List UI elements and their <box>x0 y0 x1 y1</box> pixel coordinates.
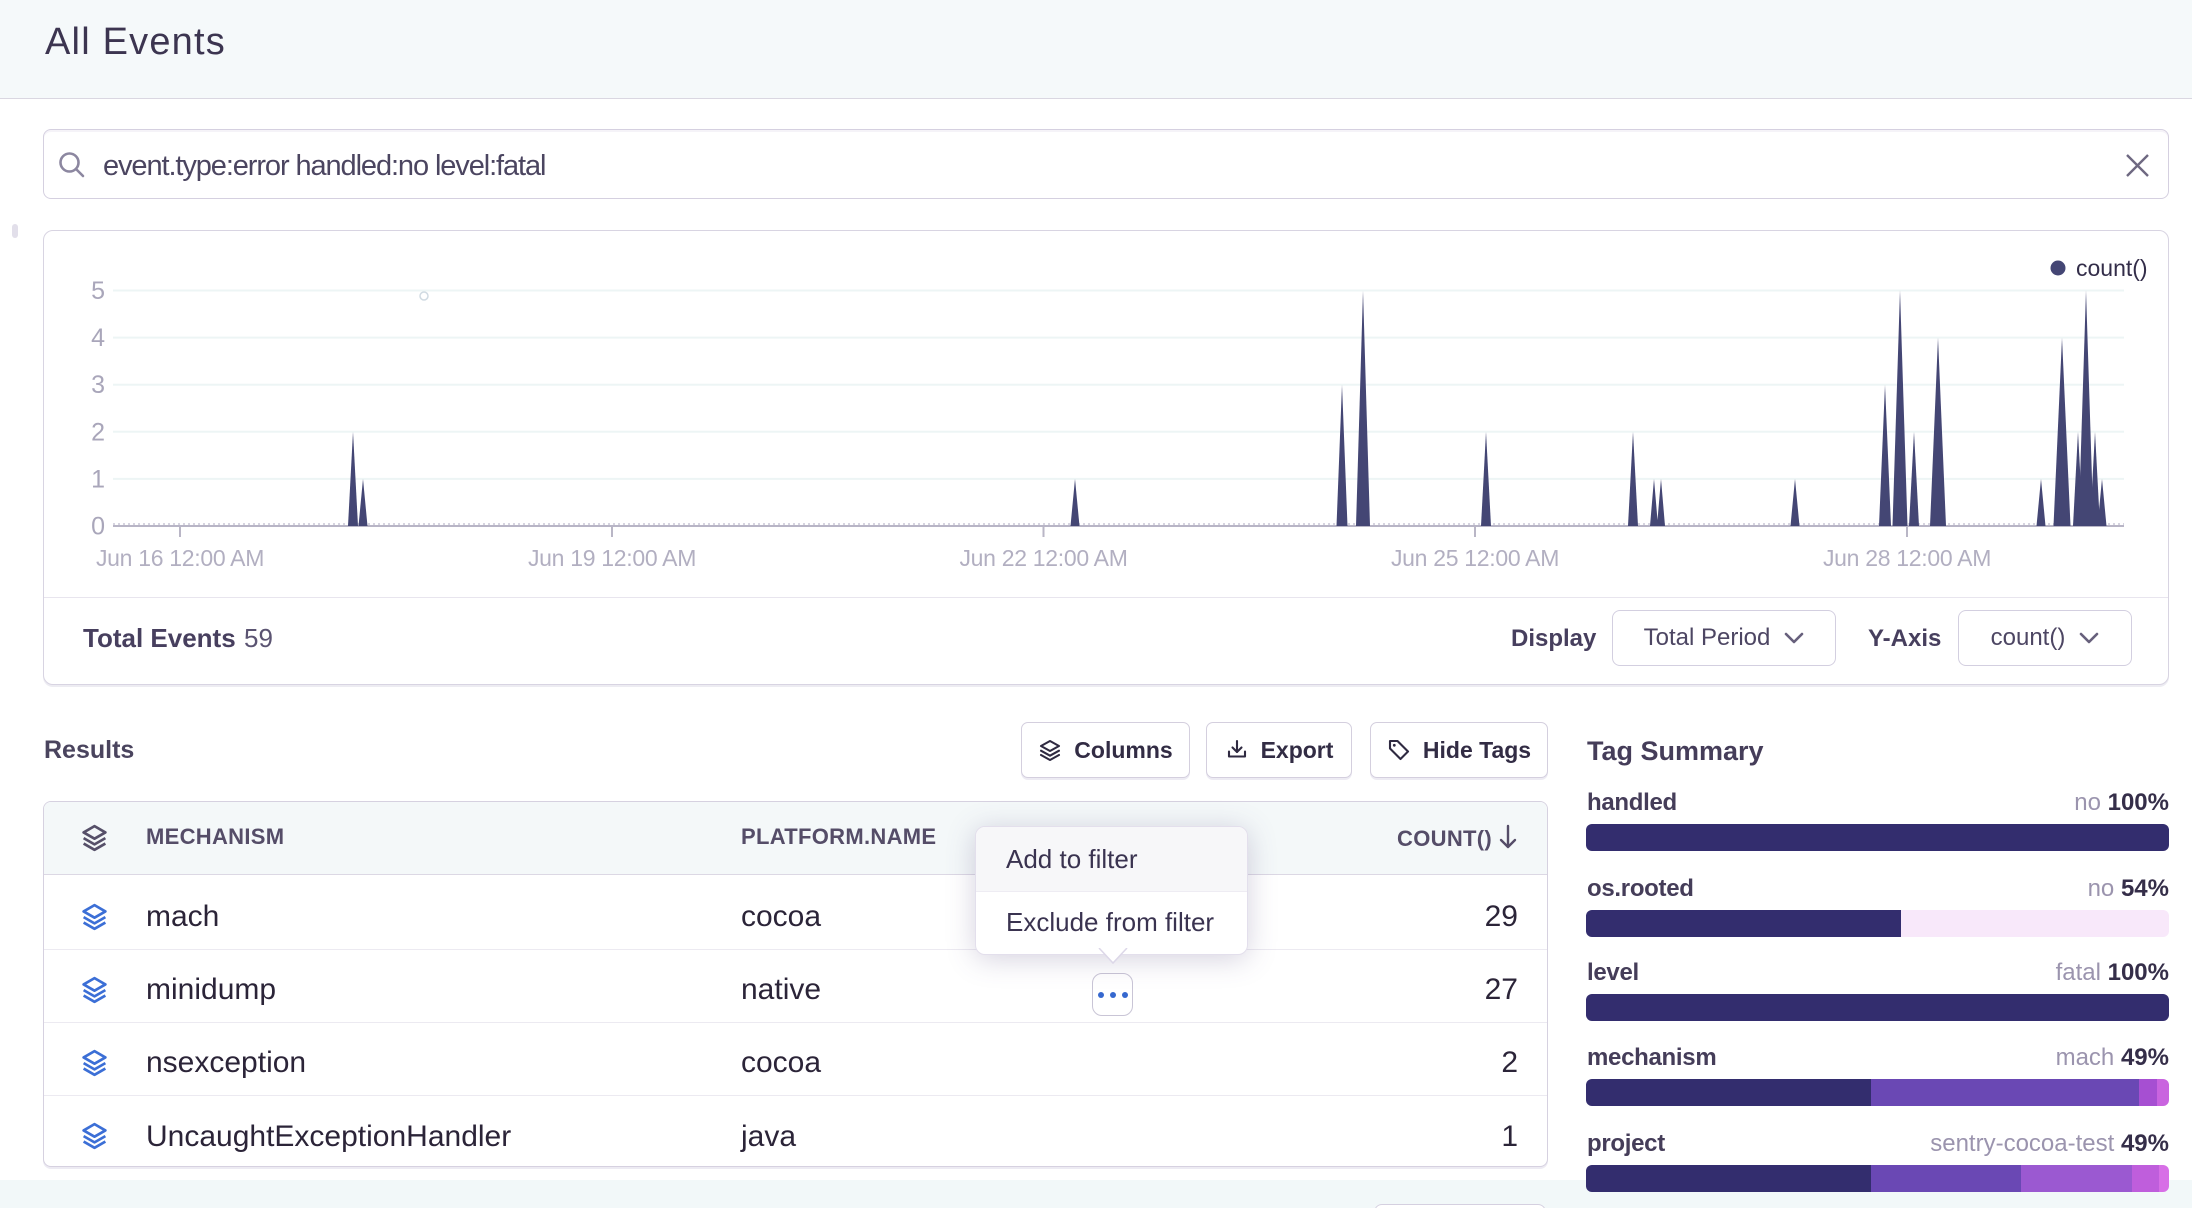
svg-text:Jun 19 12:00 AM: Jun 19 12:00 AM <box>528 545 696 571</box>
svg-text:Jun 28 12:00 AM: Jun 28 12:00 AM <box>1823 545 1991 571</box>
svg-text:2: 2 <box>91 418 105 446</box>
svg-text:1: 1 <box>91 465 105 493</box>
svg-text:0: 0 <box>91 513 105 541</box>
svg-text:3: 3 <box>91 371 105 399</box>
svg-text:4: 4 <box>91 324 105 352</box>
svg-text:5: 5 <box>91 277 105 305</box>
svg-text:Jun 22 12:00 AM: Jun 22 12:00 AM <box>959 545 1127 571</box>
svg-text:Jun 16 12:00 AM: Jun 16 12:00 AM <box>96 545 264 571</box>
svg-text:Jun 25 12:00 AM: Jun 25 12:00 AM <box>1391 545 1559 571</box>
